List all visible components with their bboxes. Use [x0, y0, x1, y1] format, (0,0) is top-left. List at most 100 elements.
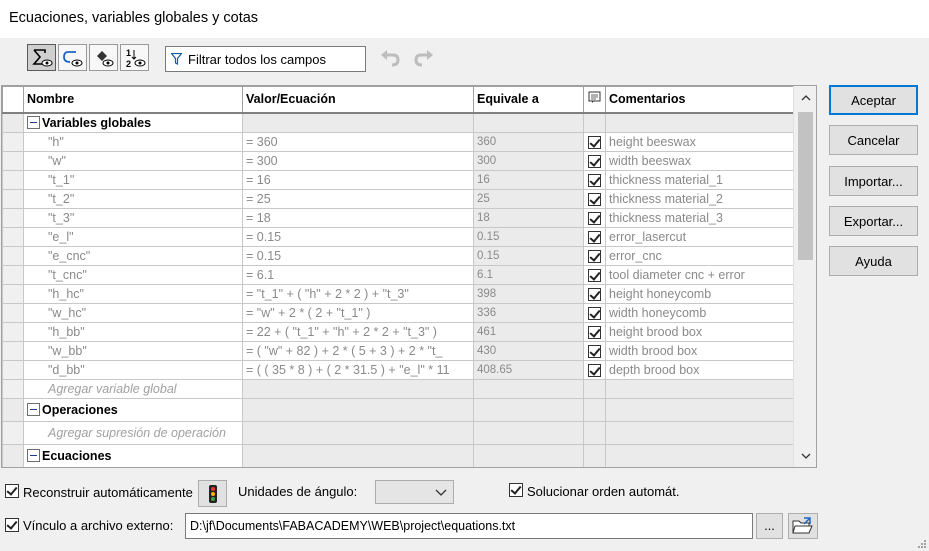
value-equation-cell[interactable]: = "w" + 2 * ( 2 + "t_1" )	[242, 303, 474, 323]
value-equation-cell[interactable]: = 16	[242, 170, 474, 190]
comment-enabled-cell[interactable]	[583, 189, 606, 209]
comment-cell[interactable]: width brood box	[605, 341, 795, 361]
value-equation-cell[interactable]: = 0.15	[242, 246, 474, 266]
collapse-icon[interactable]	[27, 115, 40, 129]
comment-cell[interactable]: height beeswax	[605, 132, 795, 152]
comment-cell[interactable]: thickness material_2	[605, 189, 795, 209]
variable-name-cell[interactable]: "w_hc"	[23, 303, 243, 323]
comment-enabled-cell[interactable]	[583, 322, 606, 342]
collapse-icon[interactable]	[27, 403, 40, 416]
table-row[interactable]: "t_2" = 25 25 thickness material_2	[2, 189, 795, 209]
comment-enabled-cell[interactable]	[583, 341, 606, 361]
variable-name-cell[interactable]: "t_cnc"	[23, 265, 243, 285]
comment-enabled-cell[interactable]	[583, 303, 606, 323]
column-header-name[interactable]: Nombre	[23, 86, 243, 114]
scroll-up-button[interactable]	[794, 87, 816, 107]
table-row[interactable]: "w" = 300 300 width beeswax	[2, 151, 795, 171]
value-equation-cell[interactable]: = ( "w" + 82 ) + 2 * ( 5 + 3 ) + 2 * "t_	[242, 341, 474, 361]
variable-name-cell[interactable]: "t_2"	[23, 189, 243, 209]
variable-name-cell[interactable]: "h_hc"	[23, 284, 243, 304]
row-header[interactable]	[2, 170, 24, 190]
variable-name-cell[interactable]: "w_bb"	[23, 341, 243, 361]
section-equations-header[interactable]: Ecuaciones	[23, 444, 243, 467]
comment-enabled-cell[interactable]	[583, 265, 606, 285]
comment-checkbox[interactable]	[588, 326, 601, 340]
value-equation-cell[interactable]: = 22 + ( "t_1" + "h" + 2 * 2 + "t_3" )	[242, 322, 474, 342]
value-equation-cell[interactable]: = 25	[242, 189, 474, 209]
variable-name-cell[interactable]: "h_bb"	[23, 322, 243, 342]
add-global-row[interactable]: Agregar variable global	[2, 379, 795, 399]
table-row[interactable]: "w_bb" = ( "w" + 82 ) + 2 * ( 5 + 3 ) + 2…	[2, 341, 795, 361]
open-file-button[interactable]	[788, 513, 818, 539]
comment-checkbox[interactable]	[588, 269, 601, 283]
comment-cell[interactable]: width beeswax	[605, 151, 795, 171]
comment-cell[interactable]: width honeycomb	[605, 303, 795, 323]
scroll-down-button[interactable]	[794, 446, 816, 466]
variable-name-cell[interactable]: "d_bb"	[23, 360, 243, 380]
value-equation-cell[interactable]: = 6.1	[242, 265, 474, 285]
section-operations-header[interactable]: Operaciones	[23, 398, 243, 422]
section-globals-header[interactable]: Variables globales	[23, 112, 243, 133]
add-operation-cell[interactable]: Agregar supresión de operación	[23, 421, 243, 445]
variable-name-cell[interactable]: "e_cnc"	[23, 246, 243, 266]
comment-cell[interactable]: height brood box	[605, 322, 795, 342]
table-row[interactable]: "d_bb" = ( ( 35 * 8 ) + ( 2 * 31.5 ) + "e…	[2, 360, 795, 380]
comment-enabled-cell[interactable]	[583, 227, 606, 247]
comment-cell[interactable]: thickness material_3	[605, 208, 795, 228]
comment-cell[interactable]: error_lasercut	[605, 227, 795, 247]
angle-units-select[interactable]	[375, 480, 454, 504]
table-row[interactable]: "t_cnc" = 6.1 6.1 tool diameter cnc + error	[2, 265, 795, 285]
row-header[interactable]	[2, 284, 24, 304]
filter-field[interactable]: Filtrar todos los campos	[165, 46, 366, 72]
row-header[interactable]	[2, 341, 24, 361]
row-header[interactable]	[2, 208, 24, 228]
value-equation-cell[interactable]: = 360	[242, 132, 474, 152]
row-header[interactable]	[2, 322, 24, 342]
grid-scrollbar[interactable]	[793, 86, 816, 467]
row-header[interactable]	[2, 360, 24, 380]
rebuild-status-button[interactable]	[198, 480, 227, 507]
equations-view-button[interactable]	[27, 44, 56, 71]
comment-enabled-cell[interactable]	[583, 284, 606, 304]
table-row[interactable]: "w_hc" = "w" + 2 * ( 2 + "t_1" ) 336 width …	[2, 303, 795, 323]
comment-enabled-cell[interactable]	[583, 360, 606, 380]
help-button[interactable]: Ayuda	[829, 246, 918, 276]
comment-checkbox[interactable]	[588, 288, 601, 302]
column-header-comments[interactable]: Comentarios	[605, 86, 795, 114]
row-header[interactable]	[2, 303, 24, 323]
import-button[interactable]: Importar...	[829, 166, 918, 196]
column-header-value[interactable]: Valor/Ecuación	[242, 86, 474, 114]
variable-name-cell[interactable]: "h"	[23, 132, 243, 152]
comment-cell[interactable]: height honeycomb	[605, 284, 795, 304]
cancel-button[interactable]: Cancelar	[829, 125, 918, 155]
comment-cell[interactable]: thickness material_1	[605, 170, 795, 190]
scroll-thumb[interactable]	[798, 112, 813, 260]
comment-checkbox[interactable]	[588, 174, 601, 188]
comment-enabled-cell[interactable]	[583, 132, 606, 152]
table-row[interactable]: "t_3" = 18 18 thickness material_3	[2, 208, 795, 228]
comment-enabled-cell[interactable]	[583, 151, 606, 171]
comment-checkbox[interactable]	[588, 231, 601, 245]
comment-checkbox[interactable]	[588, 193, 601, 207]
comment-checkbox[interactable]	[588, 136, 601, 150]
variable-name-cell[interactable]: "e_l"	[23, 227, 243, 247]
add-operation-row[interactable]: Agregar supresión de operación	[2, 421, 795, 445]
variable-name-cell[interactable]: "w"	[23, 151, 243, 171]
variable-name-cell[interactable]: "t_1"	[23, 170, 243, 190]
row-header[interactable]	[2, 227, 24, 247]
redo-button[interactable]	[411, 46, 437, 72]
add-global-cell[interactable]: Agregar variable global	[23, 379, 243, 399]
value-equation-cell[interactable]: = "t_1" + ( "h" + 2 * 2 ) + "t_3"	[242, 284, 474, 304]
link-file-checkbox[interactable]	[5, 518, 19, 532]
column-header-evaluates[interactable]: Equivale a	[473, 86, 584, 114]
table-row[interactable]: "h_bb" = 22 + ( "t_1" + "h" + 2 * 2 + "t_…	[2, 322, 795, 342]
comment-enabled-cell[interactable]	[583, 208, 606, 228]
row-header[interactable]	[2, 132, 24, 152]
resize-grip-icon[interactable]	[917, 539, 927, 549]
comment-checkbox[interactable]	[588, 155, 601, 169]
export-button[interactable]: Exportar...	[829, 206, 918, 236]
sketch-equation-view-button[interactable]	[58, 44, 87, 71]
row-header[interactable]	[2, 189, 24, 209]
table-row[interactable]: "e_cnc" = 0.15 0.15 error_cnc	[2, 246, 795, 266]
browse-button[interactable]: ...	[756, 513, 783, 539]
